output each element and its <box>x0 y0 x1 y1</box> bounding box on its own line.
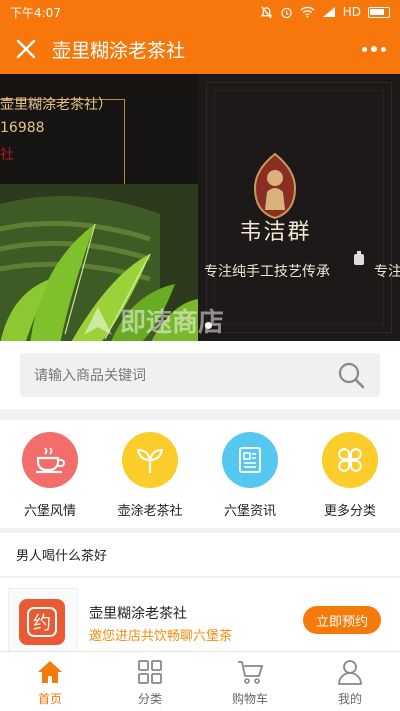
category-item-teahouse[interactable]: 壶涂老茶社 <box>100 420 200 528</box>
shop-logo-container: 约 <box>8 588 78 652</box>
search-input[interactable]: 请输入商品关键词 <box>20 353 380 397</box>
category-grid: 六堡风情 壶涂老茶社 六堡资讯 更多分类 <box>0 420 400 528</box>
tab-label: 首页 <box>37 692 62 706</box>
tab-home[interactable]: 首页 <box>0 652 100 711</box>
category-label: 更多分类 <box>323 504 376 519</box>
battery-icon <box>368 6 390 18</box>
more-dot-icon <box>362 46 367 52</box>
watermark-logo-icon <box>84 306 112 335</box>
search-icon[interactable] <box>336 360 366 390</box>
category-item-liubao-style[interactable]: 六堡风情 <box>0 420 100 528</box>
shopping-cart-icon <box>238 661 264 684</box>
bottom-tab-bar: 首页 分类 购物车 我的 <box>0 651 400 711</box>
watermark-text: 即速商店 <box>120 308 225 338</box>
watermark: 即速商店 <box>80 302 224 339</box>
shop-name: 壶里糊涂老茶社 <box>89 606 187 622</box>
more-dot-icon <box>371 46 377 52</box>
category-icon-circle <box>222 432 278 488</box>
signal-icon <box>322 7 335 17</box>
shop-card[interactable]: 约 壶里糊涂老茶社 邀您进店共饮畅聊六堡茶 立即预约 <box>0 578 400 652</box>
more-dot-icon <box>381 46 386 52</box>
teapot-icon <box>354 251 364 265</box>
brand-name: 韦洁群 <box>239 220 312 245</box>
status-bar: 下午4:07 HD <box>0 0 400 24</box>
category-icon-circle <box>122 432 178 488</box>
alarm-icon <box>280 7 292 18</box>
tab-label: 购物车 <box>231 692 268 706</box>
category-label: 六堡资讯 <box>223 504 276 519</box>
tab-profile[interactable]: 我的 <box>300 652 400 711</box>
status-icons: HD <box>260 5 390 19</box>
mute-icon <box>260 6 273 18</box>
category-icon-circle <box>322 432 378 488</box>
appointment-logo-icon: 约 <box>27 607 57 637</box>
shop-logo: 约 <box>19 599 65 645</box>
wifi-icon <box>300 6 315 18</box>
tab-cart[interactable]: 购物车 <box>200 652 300 711</box>
tea-cup-icon <box>36 447 65 474</box>
shop-description: 邀您进店共饮畅聊六堡茶 <box>89 629 233 644</box>
category-label: 壶涂老茶社 <box>117 504 183 519</box>
banner-slogan-repeat: 专注 <box>374 264 400 280</box>
tab-label: 我的 <box>337 692 362 706</box>
user-icon <box>338 660 362 685</box>
tab-category[interactable]: 分类 <box>100 652 200 711</box>
category-label: 六堡风情 <box>23 504 76 519</box>
close-button[interactable] <box>0 24 52 74</box>
category-item-news[interactable]: 六堡资讯 <box>200 420 300 528</box>
more-options-button[interactable] <box>362 40 386 58</box>
section-title: 男人喝什么茶好 <box>0 533 400 577</box>
category-grid-icon <box>138 660 162 684</box>
grid-clover-icon <box>338 448 362 472</box>
banner-phone: 16988 <box>0 120 45 136</box>
banner-slide-previous: 壶里糊涂老茶社） 16988 社 <box>0 74 198 341</box>
shop-logo-char: 约 <box>33 613 51 634</box>
status-time: 下午4:07 <box>10 5 61 20</box>
sprout-icon <box>136 448 164 473</box>
banner-slogan: 专注纯手工技艺传承 <box>204 264 330 280</box>
home-icon <box>38 661 62 683</box>
category-icon-circle <box>22 432 78 488</box>
title-bar: 壶里糊涂老茶社 <box>0 24 400 74</box>
banner-carousel[interactable]: 壶里糊涂老茶社） 16988 社 韦洁群 专注纯手工技艺传承 专注 即速商店 <box>0 74 400 341</box>
brand-logo-icon <box>253 152 297 220</box>
banner-shop-name: 壶里糊涂老茶社） <box>0 97 112 113</box>
search-placeholder: 请输入商品关键词 <box>34 368 146 384</box>
category-item-more[interactable]: 更多分类 <box>300 420 400 528</box>
network-type: HD <box>342 5 361 19</box>
page-title: 壶里糊涂老茶社 <box>52 39 186 62</box>
search-section: 请输入商品关键词 <box>0 341 400 409</box>
close-icon <box>16 39 36 59</box>
news-icon <box>239 447 261 473</box>
tab-label: 分类 <box>137 692 162 706</box>
book-now-button[interactable]: 立即预约 <box>303 606 381 634</box>
banner-seal: 社 <box>0 147 14 163</box>
banner-slide-current: 韦洁群 专注纯手工技艺传承 专注 <box>198 74 400 341</box>
